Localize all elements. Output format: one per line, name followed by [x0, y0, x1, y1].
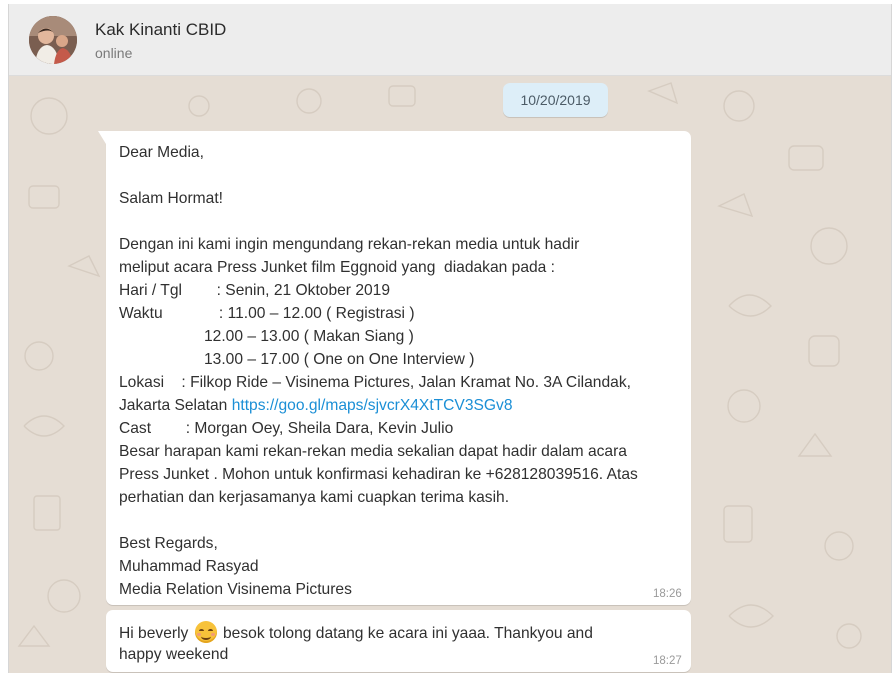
message-line: Muhammad Rasyad — [119, 558, 259, 575]
message-line: happy weekend — [119, 646, 229, 663]
smiling-face-emoji-icon — [194, 621, 217, 643]
contact-status: online — [95, 45, 133, 61]
message-bubble-followup[interactable]: Hi beverly besok tolong datang ke acara … — [106, 610, 691, 672]
message-line: Dear Media, — [119, 144, 204, 161]
date-separator: 10/20/2019 — [503, 83, 608, 117]
chat-header[interactable]: Kak Kinanti CBID online — [9, 4, 891, 76]
message-line: Media Relation Visinema Pictures — [119, 581, 352, 598]
chat-area[interactable]: 10/20/2019 Dear Media, Salam Hormat! Den… — [9, 76, 891, 673]
maps-link[interactable]: https://goo.gl/maps/sjvcrX4XtTCV3SGv8 — [232, 397, 513, 414]
message-line: Cast : Morgan Oey, Sheila Dara, Kevin Ju… — [119, 420, 454, 437]
message-line: 12.00 – 13.00 ( Makan Siang ) — [204, 328, 414, 345]
message-line: Hari / Tgl : Senin, 21 Oktober 2019 — [119, 282, 391, 299]
message-line: Dengan ini kami ingin mengundang rekan-r… — [119, 236, 580, 253]
message-timestamp: 18:26 — [653, 588, 682, 600]
bubble-tail — [98, 131, 106, 144]
contact-name[interactable]: Kak Kinanti CBID — [95, 20, 226, 40]
message-line: Besar harapan kami rekan-rekan media sek… — [119, 443, 627, 460]
message-line: 13.00 – 17.00 ( One on One Interview ) — [204, 351, 475, 368]
message-line: Waktu : 11.00 – 12.00 ( Registrasi ) — [119, 305, 415, 322]
message-bubble-invitation[interactable]: Dear Media, Salam Hormat! Dengan ini kam… — [98, 131, 691, 605]
message-line-with-link: Jakarta Selatan https://goo.gl/maps/sjvc… — [119, 396, 513, 416]
message-text: Hi beverly — [119, 625, 193, 642]
message-line: Best Regards, — [119, 535, 218, 552]
message-line: Press Junket . Mohon untuk konfirmasi ke… — [119, 466, 638, 483]
message-line: Hi beverly besok tolong datang ke acara … — [119, 621, 593, 644]
message-text: Jakarta Selatan — [119, 397, 232, 414]
message-line: perhatian dan kerjasamanya kami cuapkan … — [119, 489, 510, 506]
message-line: Salam Hormat! — [119, 190, 223, 207]
profile-photo-icon — [29, 16, 77, 64]
contact-avatar[interactable] — [29, 16, 77, 64]
message-timestamp: 18:27 — [653, 655, 682, 667]
message-line: meliput acara Press Junket film Eggnoid … — [119, 259, 556, 276]
message-line: Lokasi : Filkop Ride – Visinema Pictures… — [119, 374, 631, 391]
message-text: besok tolong datang ke acara ini yaaa. T… — [218, 625, 593, 642]
chat-window: Kak Kinanti CBID online 10/20/2019 Dear … — [8, 4, 892, 673]
